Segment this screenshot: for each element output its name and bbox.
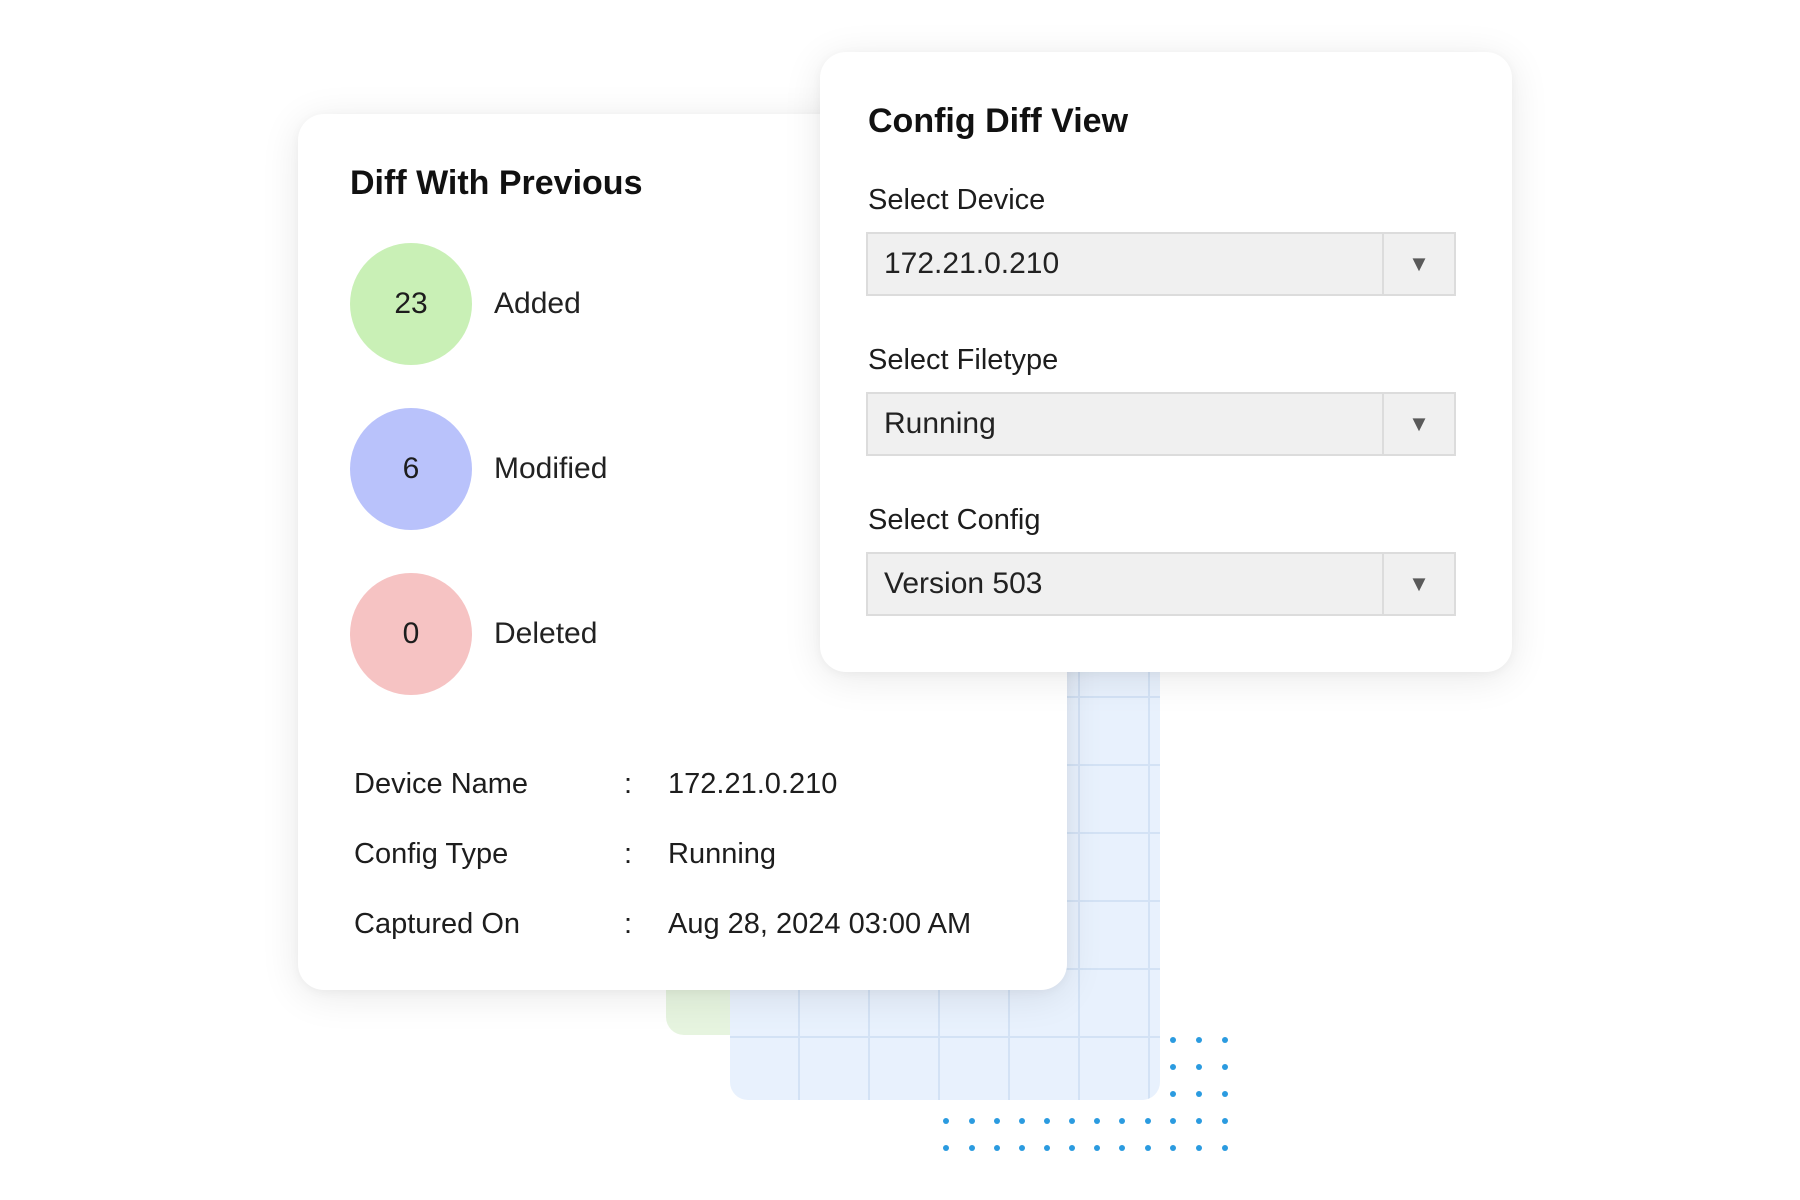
stat-added: 23 Added xyxy=(350,243,581,365)
triangle-down-icon[interactable]: ▼ xyxy=(1382,234,1454,294)
filetype-select[interactable]: Running ▼ xyxy=(866,392,1456,456)
config-select[interactable]: Version 503 ▼ xyxy=(866,552,1456,616)
deleted-count: 0 xyxy=(402,617,420,650)
deleted-count-badge: 0 xyxy=(350,573,472,695)
diff-card-title: Diff With Previous xyxy=(350,164,643,202)
detail-key: Device Name xyxy=(354,768,529,800)
config-card-title: Config Diff View xyxy=(868,102,1129,140)
added-count-badge: 23 xyxy=(350,243,472,365)
added-label: Added xyxy=(494,287,581,320)
config-select-value: Version 503 xyxy=(884,567,1043,600)
decor-dot-pattern xyxy=(943,1037,1228,1151)
detail-separator: : xyxy=(624,768,633,800)
stat-modified: 6 Modified xyxy=(350,408,607,530)
modified-count-badge: 6 xyxy=(350,408,472,530)
select-device-label: Select Device xyxy=(868,184,1046,216)
filetype-select-value: Running xyxy=(884,407,996,440)
detail-key: Config Type xyxy=(354,838,509,870)
deleted-label: Deleted xyxy=(494,617,598,650)
config-diff-view-card: Config Diff View Select Device 172.21.0.… xyxy=(820,52,1512,672)
detail-value: Running xyxy=(668,838,777,870)
triangle-down-icon[interactable]: ▼ xyxy=(1382,394,1454,454)
detail-key: Captured On xyxy=(354,908,521,940)
triangle-down-icon[interactable]: ▼ xyxy=(1382,554,1454,614)
stat-deleted: 0 Deleted xyxy=(350,573,597,695)
select-filetype-label: Select Filetype xyxy=(868,344,1059,376)
detail-separator: : xyxy=(624,838,633,870)
modified-label: Modified xyxy=(494,452,608,485)
added-count: 23 xyxy=(394,287,428,320)
device-select-value: 172.21.0.210 xyxy=(884,247,1060,280)
detail-separator: : xyxy=(624,908,633,940)
select-config-label: Select Config xyxy=(868,504,1041,536)
detail-value: 172.21.0.210 xyxy=(668,768,838,800)
device-select[interactable]: 172.21.0.210 ▼ xyxy=(866,232,1456,296)
modified-count: 6 xyxy=(402,452,420,485)
detail-value: Aug 28, 2024 03:00 AM xyxy=(668,908,972,940)
